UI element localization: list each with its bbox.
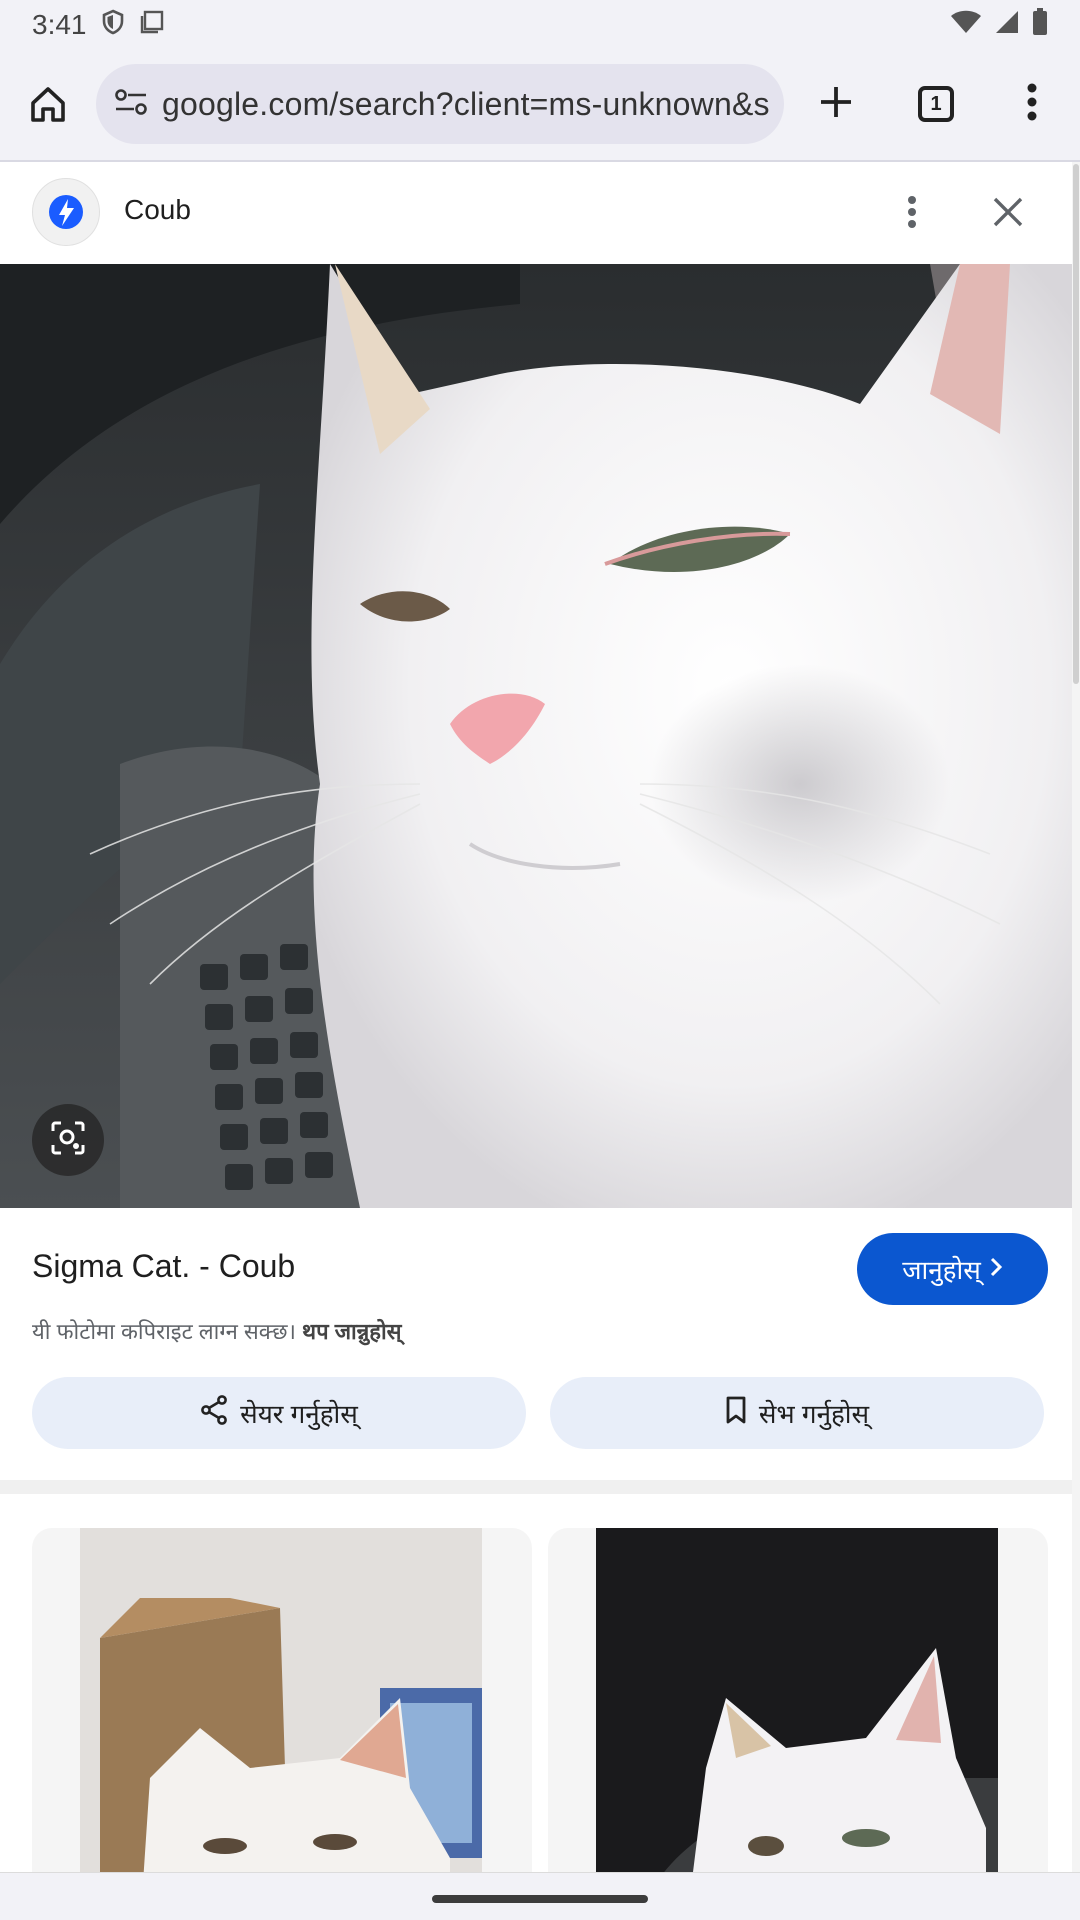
wifi-icon xyxy=(950,9,982,42)
home-gesture-handle[interactable] xyxy=(432,1895,648,1903)
chevron-right-icon xyxy=(989,1254,1003,1285)
home-icon xyxy=(28,84,68,129)
lens-icon xyxy=(49,1119,87,1162)
site-logo[interactable] xyxy=(32,178,100,246)
bookmark-icon xyxy=(725,1395,747,1432)
plus-icon xyxy=(818,84,854,125)
close-icon xyxy=(992,196,1024,233)
main-image[interactable] xyxy=(0,264,1072,1208)
related-image-thumbnail xyxy=(80,1528,482,1874)
tab-switcher-button[interactable]: 1 xyxy=(900,60,972,148)
more-vert-icon xyxy=(1026,82,1038,127)
signal-icon xyxy=(994,9,1020,42)
site-settings-icon[interactable] xyxy=(114,87,148,122)
gesture-nav-bar xyxy=(0,1872,1080,1920)
related-image-thumbnail xyxy=(596,1528,998,1874)
copyright-notice: यी फोटोमा कपिराइट लाग्न सक्छ। थप जान्नुह… xyxy=(32,1316,402,1346)
image-viewer-header: Coub xyxy=(0,162,1072,264)
address-bar[interactable]: google.com/search?client=ms-unknown&s xyxy=(96,64,784,144)
cat-photo xyxy=(0,264,1072,1208)
screenshot-icon xyxy=(139,9,165,42)
home-button[interactable] xyxy=(0,58,96,154)
tabs-icon: 1 xyxy=(918,86,954,122)
related-image-card[interactable] xyxy=(548,1528,1048,1874)
image-title[interactable]: Sigma Cat. - Coub xyxy=(32,1248,295,1285)
save-label: सेभ गर्नुहोस् xyxy=(758,1399,870,1429)
browser-menu-button[interactable] xyxy=(1000,60,1064,148)
viewer-close-button[interactable] xyxy=(978,186,1038,242)
save-button[interactable]: सेभ गर्नुहोस् xyxy=(550,1377,1044,1449)
status-time: 3:41 xyxy=(32,9,87,40)
section-divider xyxy=(0,1480,1072,1494)
related-image-card[interactable] xyxy=(32,1528,532,1874)
visit-button[interactable]: जानुहोस् xyxy=(857,1233,1048,1305)
status-bar: 3:41 xyxy=(0,0,1080,50)
viewer-more-button[interactable] xyxy=(884,186,940,242)
lens-search-button[interactable] xyxy=(32,1104,104,1176)
site-name[interactable]: Coub xyxy=(124,194,191,226)
battery-icon xyxy=(1032,7,1048,43)
shield-icon xyxy=(101,9,125,42)
scrollbar-thumb[interactable] xyxy=(1073,164,1079,684)
image-info-panel: Sigma Cat. - Coub जानुहोस् यी फोटोमा कपि… xyxy=(0,1208,1072,1480)
copyright-text: यी फोटोमा कपिराइट लाग्न सक्छ। xyxy=(32,1319,296,1344)
url-text[interactable]: google.com/search?client=ms-unknown&s xyxy=(162,86,770,123)
share-button[interactable]: सेयर गर्नुहोस् xyxy=(32,1377,526,1449)
visit-label: जानुहोस् xyxy=(902,1255,981,1285)
more-vert-icon xyxy=(907,195,917,234)
browser-toolbar: google.com/search?client=ms-unknown&s 1 xyxy=(0,50,1080,162)
share-icon xyxy=(200,1394,228,1432)
share-label: सेयर गर्नुहोस् xyxy=(240,1399,358,1429)
new-tab-button[interactable] xyxy=(800,60,872,148)
related-images xyxy=(0,1494,1072,1874)
learn-more-link[interactable]: थप जान्नुहोस् xyxy=(302,1319,401,1344)
